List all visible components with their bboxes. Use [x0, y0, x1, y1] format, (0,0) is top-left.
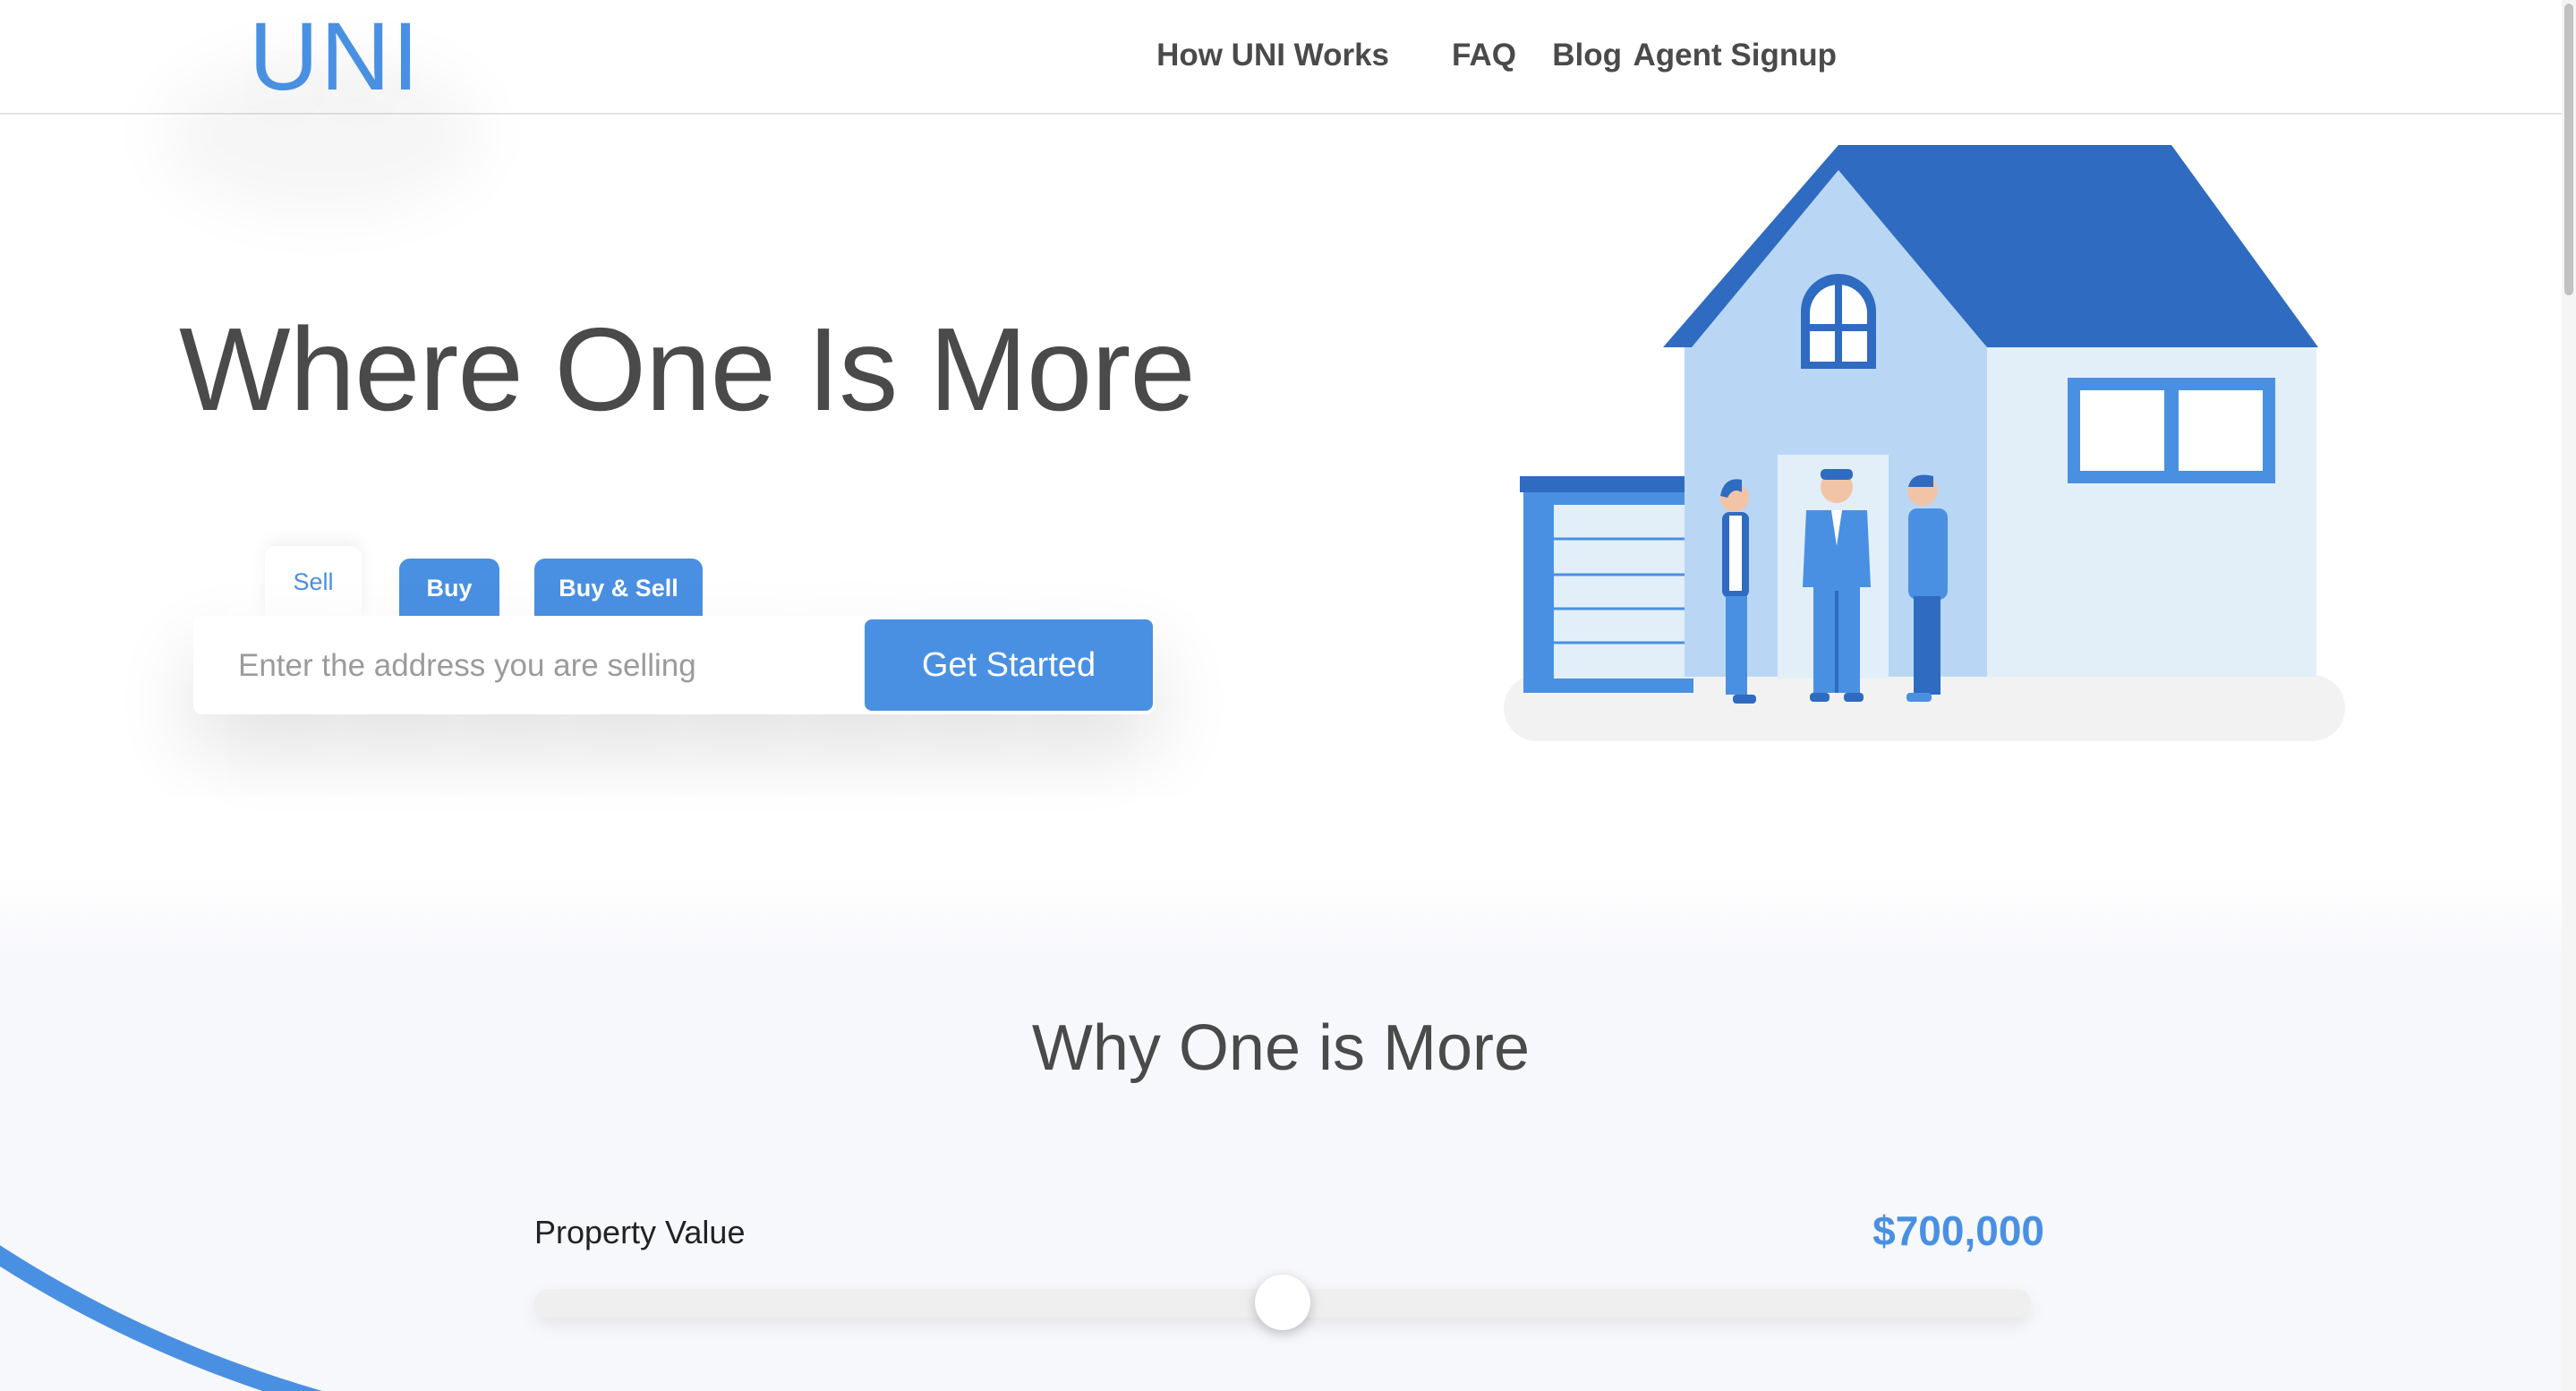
house-illustration [1504, 145, 2345, 741]
side-window [2068, 378, 2275, 483]
get-started-button[interactable]: Get Started [865, 619, 1153, 711]
scrollbar-thumb[interactable] [2564, 4, 2573, 295]
nav-blog[interactable]: Blog [1552, 38, 1622, 73]
nav-faq[interactable]: FAQ [1452, 38, 1516, 73]
tab-buy-and-sell[interactable]: Buy & Sell [534, 559, 703, 618]
garage-door [1554, 505, 1697, 678]
tab-buy[interactable]: Buy [399, 559, 499, 618]
address-search-box: Get Started [193, 616, 1155, 714]
property-value-label: Property Value [534, 1214, 746, 1250]
tab-sell[interactable]: Sell [265, 546, 362, 618]
nav-how-uni-works[interactable]: How UNI Works [1156, 38, 1389, 73]
logo[interactable]: UNI [249, 7, 421, 106]
decorative-arc [0, 1245, 323, 1391]
site-header: UNI How UNI Works FAQ Blog Agent Signup [0, 0, 2562, 115]
nav-agent-signup[interactable]: Agent Signup [1633, 38, 1837, 73]
scrollbar[interactable] [2562, 0, 2576, 1391]
section-title: Why One is More [1031, 1012, 1531, 1084]
property-value-amount: $700,000 [1872, 1208, 2044, 1254]
slider-thumb[interactable] [1255, 1275, 1310, 1330]
hero-title: Where One Is More [179, 303, 1196, 435]
address-input[interactable] [236, 634, 866, 698]
arched-window [1801, 274, 1876, 369]
garage-roof [1520, 476, 1699, 492]
